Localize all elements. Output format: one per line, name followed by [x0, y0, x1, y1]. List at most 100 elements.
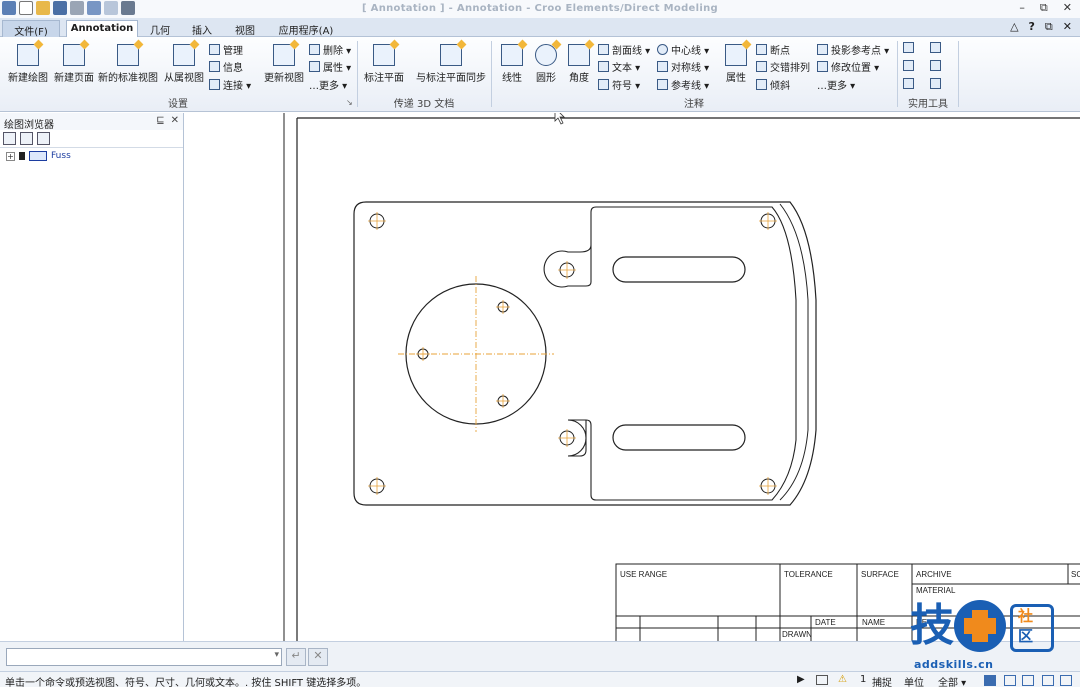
- properties-label: 属性 ▾: [323, 63, 352, 74]
- tab-insert[interactable]: 插入: [182, 20, 222, 37]
- stagger-button[interactable]: 交错排列: [756, 59, 810, 74]
- reference-line-button[interactable]: 参考线 ▾: [657, 77, 709, 92]
- panel-close-icon[interactable]: ✕: [171, 115, 179, 126]
- help-icon[interactable]: ?: [1029, 20, 1035, 34]
- annotation-plane-label: 标注平面: [364, 73, 404, 84]
- text-button[interactable]: 文本 ▾: [598, 59, 640, 74]
- properties-button[interactable]: 属性 ▾: [309, 59, 351, 74]
- frame-tool-icon: [903, 60, 914, 71]
- update-view-label: 更新视图: [264, 73, 304, 84]
- play-icon[interactable]: ▶: [797, 674, 805, 685]
- setup-dialog-launcher-icon[interactable]: ↘: [346, 98, 353, 107]
- watermark-she: 社: [1018, 607, 1034, 625]
- restore-icon[interactable]: ⧉: [1040, 1, 1048, 15]
- symbol-button[interactable]: 符号 ▾: [598, 77, 640, 92]
- centerline-label: 中心线 ▾: [671, 46, 710, 57]
- utility-tool-1[interactable]: [903, 42, 914, 53]
- doc-close-icon[interactable]: ✕: [1063, 20, 1072, 34]
- circular-dimension-button[interactable]: 圆形: [531, 44, 561, 84]
- hatch-button[interactable]: 剖面线 ▾: [598, 42, 650, 57]
- new-standard-view-button[interactable]: 新的标准视图: [97, 44, 159, 84]
- command-enter-button[interactable]: ↵: [286, 648, 306, 666]
- watermark-circle: [954, 600, 1006, 652]
- tab-view[interactable]: 视图: [224, 20, 266, 37]
- linear-dimension-button[interactable]: 线性: [497, 44, 527, 84]
- symmetry-line-button[interactable]: 对称线 ▾: [657, 59, 709, 74]
- drawing-browser: 绘图浏览器 ⊑ ✕ + Fuss: [0, 113, 184, 641]
- sheet-icon: [29, 151, 47, 161]
- reference-line-icon: [657, 79, 668, 90]
- upper-slot[interactable]: [612, 256, 746, 283]
- utility-tool-2[interactable]: [930, 42, 941, 53]
- expand-icon[interactable]: +: [6, 151, 15, 161]
- ribbon-tab-bar: 文件(F) Annotation 几何 插入 视图 应用程序(A) △ ? ⧉ …: [0, 18, 1080, 38]
- pocket-outline[interactable]: [543, 206, 797, 501]
- snap-button[interactable]: 捕捉: [872, 674, 892, 687]
- close-icon[interactable]: ✕: [1063, 1, 1072, 15]
- tab-file[interactable]: 文件(F): [2, 20, 60, 38]
- tab-applications[interactable]: 应用程序(A): [268, 20, 344, 37]
- command-cancel-button[interactable]: ✕: [308, 648, 328, 666]
- mounting-holes: [369, 213, 776, 494]
- centerline-button[interactable]: 中心线 ▾: [657, 42, 709, 57]
- drawn-label: DRAWN: [782, 630, 812, 639]
- hole-crosshairs: [368, 212, 777, 495]
- new-page-label: 新建页面: [54, 73, 94, 84]
- delete-button[interactable]: 删除 ▾: [309, 42, 351, 57]
- tab-geometry[interactable]: 几何: [140, 20, 180, 37]
- tab-annotation[interactable]: Annotation: [66, 20, 138, 38]
- tree-structure-icon[interactable]: [3, 132, 16, 145]
- update-view-button[interactable]: 更新视图: [261, 44, 307, 84]
- tolerance-label: TOLERANCE: [784, 570, 833, 579]
- manage-button[interactable]: 管理: [209, 42, 243, 57]
- annotation-more-label: …更多 ▾: [817, 81, 856, 92]
- tree-item-fuss[interactable]: + Fuss: [0, 148, 183, 164]
- command-input[interactable]: ▾: [6, 648, 282, 666]
- filter-icon[interactable]: [20, 132, 33, 145]
- angle-icon: [568, 44, 590, 66]
- ribbon-collapse-icon[interactable]: △: [1010, 20, 1018, 34]
- minimize-icon[interactable]: –: [1019, 1, 1025, 15]
- table-tool-icon: [930, 78, 941, 89]
- lower-slot[interactable]: [612, 424, 746, 451]
- command-dropdown-icon[interactable]: ▾: [274, 650, 279, 660]
- pin-icon[interactable]: ⊑: [156, 115, 164, 126]
- name-label: NAME: [862, 618, 885, 627]
- doc-restore-icon[interactable]: ⧉: [1045, 20, 1053, 34]
- copy-view-icon[interactable]: [37, 132, 50, 145]
- record-icon[interactable]: [816, 675, 828, 685]
- status-message: 单击一个命令或预选视图、符号、尺寸、几何或文本。. 按住 SHIFT 键选择多项…: [5, 678, 367, 687]
- info-button[interactable]: 信息: [209, 59, 243, 74]
- utility-tool-6[interactable]: [930, 78, 941, 89]
- group-separator: [958, 41, 959, 107]
- connect-button[interactable]: 连接 ▾: [209, 77, 251, 92]
- new-page-button[interactable]: 新建页面: [52, 44, 96, 84]
- ribbon: 新建绘图 新建页面 新的标准视图 从属视图 管理 信息 连接 ▾ 更新视图 删除…: [0, 37, 1080, 112]
- new-page-icon: [63, 44, 85, 66]
- annotation-plane-icon: [373, 44, 395, 66]
- utility-tool-5[interactable]: [903, 78, 914, 89]
- sync-annotation-plane-button[interactable]: 与标注平面同步: [413, 44, 489, 84]
- annotation-plane-button[interactable]: 标注平面: [360, 44, 408, 84]
- drawing-canvas[interactable]: USE RANGE TOLERANCE SURFACE ARCHIVE SC M…: [185, 113, 1080, 641]
- annotation-properties-button[interactable]: 属性: [722, 44, 750, 84]
- more-button[interactable]: …更多 ▾: [309, 77, 347, 92]
- annotation-more-button[interactable]: …更多 ▾: [817, 77, 855, 92]
- new-drawing-button[interactable]: 新建绘图: [5, 44, 51, 84]
- new-standard-view-label: 新的标准视图: [98, 73, 158, 84]
- dependent-view-button[interactable]: 从属视图: [161, 44, 207, 84]
- help-controls: △ ? ⧉ ✕: [1010, 20, 1072, 34]
- projected-reference-point-button[interactable]: 投影参考点 ▾: [817, 42, 889, 57]
- oblique-button[interactable]: 倾斜: [756, 77, 790, 92]
- window-controls: – ⧉ ✕: [1019, 1, 1072, 15]
- warning-icon[interactable]: ⚠: [838, 674, 847, 685]
- angle-dimension-button[interactable]: 角度: [565, 44, 593, 84]
- window-title: [ Annotation ] - Annotation - Croo Eleme…: [362, 3, 718, 14]
- utility-tool-4[interactable]: [930, 60, 941, 71]
- annotation-group-label: 注释: [684, 99, 704, 110]
- modify-position-button[interactable]: 修改位置 ▾: [817, 59, 879, 74]
- oblique-label: 倾斜: [770, 81, 790, 92]
- break-button[interactable]: 断点: [756, 42, 790, 57]
- utility-tool-3[interactable]: [903, 60, 914, 71]
- break-label: 断点: [770, 46, 790, 57]
